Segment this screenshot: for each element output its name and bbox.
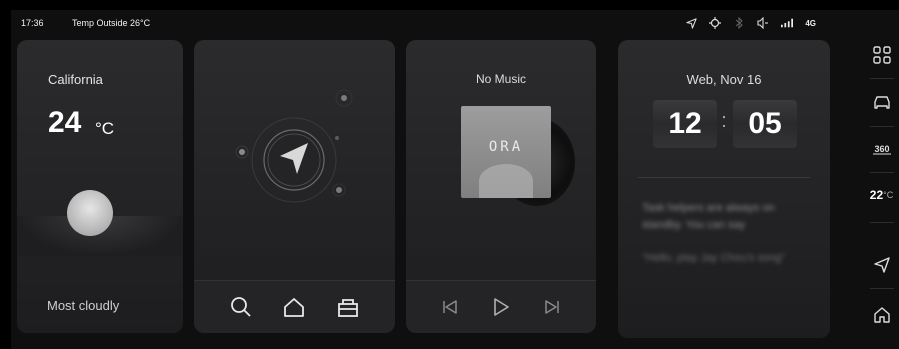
clock-minutes: 05	[733, 100, 797, 148]
weather-city: California	[48, 72, 103, 87]
music-controls	[406, 280, 596, 333]
car-icon[interactable]	[864, 90, 899, 116]
previous-icon[interactable]	[438, 295, 462, 319]
home-icon[interactable]	[280, 293, 308, 321]
album-art-shape	[479, 164, 533, 198]
svg-text:360: 360	[874, 144, 889, 154]
navigation-arrow-icon	[685, 17, 697, 29]
bluetooth-icon	[733, 17, 745, 29]
navigation-icon[interactable]	[864, 252, 899, 278]
dock-separator	[870, 288, 894, 289]
status-temp-outside: Temp Outside 26°C	[72, 18, 151, 28]
dock-separator	[870, 222, 894, 223]
assistant-tip: Task helpers are always on standby. You …	[642, 202, 775, 231]
clock-hours: 12	[653, 100, 717, 148]
weather-temperature-unit: °C	[95, 119, 115, 138]
clock-card[interactable]: Web, Nov 16 12 : 05 Task helpers are alw…	[618, 40, 830, 338]
car-infotainment-screen: 17:36 Temp Outside 26°C 4G California 24…	[11, 10, 899, 349]
status-bar: 17:36 Temp Outside 26°C 4G	[11, 10, 846, 36]
album-logo: ORA	[488, 139, 524, 155]
climate-temp-value: 22	[869, 188, 884, 202]
album-cover[interactable]: ORA	[461, 106, 551, 198]
status-icons: 4G	[685, 16, 816, 30]
status-time: 17:36	[21, 18, 44, 28]
home-icon[interactable]	[864, 302, 899, 328]
volume-icon	[757, 17, 769, 29]
next-icon[interactable]	[540, 295, 564, 319]
clock-date: Web, Nov 16	[686, 72, 762, 87]
office-icon[interactable]	[334, 293, 362, 321]
gps-icon	[709, 17, 722, 29]
sun-icon	[67, 190, 113, 236]
navigation-card[interactable]	[194, 40, 395, 333]
weather-temperature: 24	[48, 106, 82, 139]
compass-arrow-icon	[235, 89, 353, 203]
navigation-toolbar	[194, 280, 395, 333]
navigation-launcher[interactable]	[194, 40, 395, 277]
climate-temp-unit: °C	[883, 190, 894, 200]
weather-card[interactable]: California 24 °C Most cloudly	[17, 40, 183, 333]
climate-temperature[interactable]: 22 °C	[864, 182, 899, 208]
weather-condition: Most cloudly	[47, 298, 120, 313]
right-dock: 360 22 °C	[864, 30, 899, 349]
dock-separator	[870, 78, 894, 79]
signal-icon	[781, 17, 794, 29]
clock-colon: :	[721, 110, 727, 132]
search-icon[interactable]	[227, 293, 255, 321]
apps-grid-icon[interactable]	[864, 42, 899, 68]
dock-separator	[870, 126, 894, 127]
clock-divider	[638, 177, 810, 178]
dock-separator	[870, 172, 894, 173]
assistant-tip-example: "Hello, play Jay Chou's song"	[642, 252, 786, 264]
network-type: 4G	[805, 18, 816, 28]
music-card[interactable]: No Music ORA	[406, 40, 596, 333]
360-view-icon[interactable]: 360	[864, 136, 899, 162]
play-icon[interactable]	[489, 295, 513, 319]
music-title: No Music	[475, 72, 526, 86]
